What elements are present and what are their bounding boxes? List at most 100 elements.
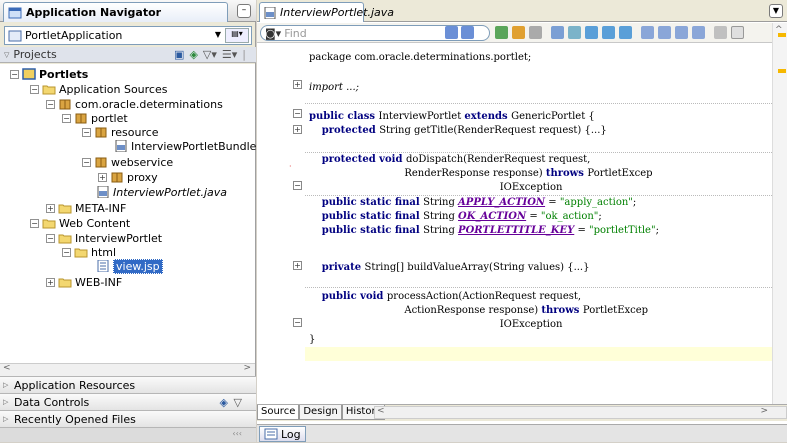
editor-vertical-scrollbar[interactable]: ^ — [772, 23, 787, 404]
editor-tab-interviewportlet[interactable]: InterviewPortlet.java — [259, 2, 394, 22]
tree-node-web-content[interactable]: − Web Content — [30, 215, 130, 231]
grip-icon[interactable]: ‹‹‹ — [232, 429, 242, 438]
tree-node-meta-inf[interactable]: + META-INF — [46, 200, 126, 216]
uncomment-icon[interactable] — [602, 26, 615, 39]
indent-icon[interactable] — [619, 26, 632, 39]
expand-icon[interactable]: + — [46, 203, 55, 213]
insert-code-icon[interactable] — [495, 26, 508, 39]
collapse-icon[interactable]: − — [82, 157, 91, 167]
tree-node-portlets[interactable]: − Portlets — [10, 66, 88, 82]
accordion-application-resources[interactable]: Application Resources — [0, 376, 256, 393]
collapse-icon[interactable]: − — [82, 127, 91, 137]
code-line[interactable]: IOException — [309, 181, 563, 194]
fold-expand-icon[interactable]: + — [293, 80, 302, 89]
accordion-data-controls[interactable]: Data Controls ◈ ▽ — [0, 393, 256, 410]
tab-design[interactable]: Design — [299, 405, 342, 420]
code-line[interactable]: public static final String PORTLETTITLE_… — [309, 224, 659, 237]
collapse-icon[interactable]: − — [62, 113, 71, 123]
overview-marker[interactable] — [778, 69, 786, 73]
refresh-icon[interactable]: ▣ — [174, 48, 184, 61]
scroll-left-icon[interactable]: < — [377, 406, 385, 416]
jsp-file-icon — [96, 259, 110, 273]
braces-icon[interactable] — [568, 26, 581, 39]
refresh-icon[interactable]: ◈ — [220, 396, 228, 409]
error-marker-icon: · — [289, 162, 292, 171]
collapse-icon[interactable]: − — [46, 233, 55, 243]
tree-node-webservice[interactable]: − webservice — [82, 154, 173, 170]
tree-horizontal-scrollbar[interactable]: < > — [0, 363, 255, 376]
log-tab[interactable]: Log — [259, 426, 306, 442]
maximize-icon[interactable] — [731, 26, 744, 39]
sort-icon[interactable]: ☰▾ — [222, 48, 237, 61]
projects-header[interactable]: ▽ Projects ▣ ◈ ▽▾ ☰▾ | — [0, 47, 256, 63]
tree-node-application-sources[interactable]: − Application Sources — [30, 81, 167, 97]
scroll-left-icon[interactable]: < — [3, 363, 11, 373]
tab-source[interactable]: Source — [257, 405, 300, 420]
brush-icon[interactable] — [529, 26, 542, 39]
package-icon — [94, 156, 108, 168]
minimize-button[interactable]: – — [237, 4, 251, 18]
clear-bookmarks-icon[interactable] — [692, 26, 705, 39]
code-line[interactable]: public class InterviewPortlet extends Ge… — [309, 110, 595, 123]
tree-node-view-jsp[interactable]: view.jsp — [96, 258, 163, 274]
filter-icon[interactable]: ▽ — [234, 396, 242, 409]
tab-list-dropdown-icon[interactable]: ▼ — [769, 4, 783, 18]
working-sets-icon[interactable]: ◈ — [189, 48, 197, 61]
code-line[interactable]: IOException — [309, 318, 563, 331]
application-select[interactable]: PortletApplication ▼ ▤▾ — [4, 26, 252, 45]
navigator-tab[interactable]: Application Navigator — [3, 2, 228, 22]
split-icon[interactable] — [714, 26, 727, 39]
code-token: = — [545, 197, 560, 208]
collapse-icon[interactable]: − — [30, 84, 39, 94]
code-line[interactable]: package com.oracle.determinations.portle… — [309, 51, 531, 64]
application-menu-icon[interactable]: ▤▾ — [225, 28, 249, 43]
code-token: protected void — [321, 154, 406, 165]
code-line[interactable]: RenderResponse response) throws PortletE… — [309, 167, 653, 180]
code-line[interactable]: protected String getTitle(RenderRequest … — [309, 124, 607, 137]
fold-collapse-icon[interactable]: − — [293, 318, 302, 327]
binoculars-icon[interactable]: ◙▾ — [265, 27, 281, 40]
code-line[interactable]: private String[] buildValueArray(String … — [309, 261, 590, 274]
edit-icon[interactable] — [512, 26, 525, 39]
accordion-recently-opened-files[interactable]: Recently Opened Files — [0, 410, 256, 427]
filter-icon[interactable]: ▽▾ — [203, 48, 217, 61]
code-token: PortletExcep — [587, 168, 653, 179]
code-line[interactable]: public static final String OK_ACTION = "… — [309, 210, 602, 223]
collapse-triangle-icon[interactable]: ▽ — [4, 51, 9, 59]
code-line[interactable]: } — [309, 333, 315, 346]
fold-expand-icon[interactable]: + — [293, 261, 302, 270]
java-file-icon — [114, 139, 128, 153]
expand-icon[interactable]: + — [98, 172, 107, 182]
next-bookmark-icon[interactable] — [658, 26, 671, 39]
previous-bookmark-icon[interactable] — [675, 26, 688, 39]
reformat-icon[interactable] — [551, 26, 564, 39]
scroll-right-icon[interactable]: > — [760, 406, 768, 416]
fold-collapse-icon[interactable]: − — [293, 181, 302, 190]
comment-icon[interactable] — [585, 26, 598, 39]
tree-node-web-inf[interactable]: + WEB-INF — [46, 274, 122, 290]
code-line[interactable]: ActionResponse response) throws PortletE… — [309, 304, 648, 317]
expand-icon[interactable]: + — [46, 277, 55, 287]
chevron-down-icon[interactable]: ▼ — [215, 30, 221, 39]
tree-node-interviewportlet-java[interactable]: InterviewPortlet.java — [96, 184, 227, 200]
editor-horizontal-scrollbar[interactable]: < > — [374, 406, 787, 419]
collapse-icon[interactable]: − — [62, 247, 71, 257]
code-line[interactable]: public static final String APPLY_ACTION … — [309, 196, 637, 209]
collapse-icon[interactable]: − — [30, 218, 39, 228]
collapse-icon[interactable]: − — [10, 69, 19, 79]
overview-marker[interactable] — [778, 33, 786, 37]
code-editor[interactable]: package com.oracle.determinations.portle… — [305, 44, 772, 404]
find-previous-icon[interactable] — [461, 26, 474, 39]
fold-collapse-icon[interactable]: − — [293, 109, 302, 118]
find-next-icon[interactable] — [445, 26, 458, 39]
bookmark-icon[interactable] — [641, 26, 654, 39]
tree-node-proxy[interactable]: + proxy — [98, 169, 158, 185]
scroll-right-icon[interactable]: > — [243, 363, 251, 373]
code-token: ; — [632, 197, 637, 208]
fold-expand-icon[interactable]: + — [293, 125, 302, 134]
code-line[interactable]: public void processAction(ActionRequest … — [309, 290, 581, 303]
code-line[interactable]: import ...; — [309, 81, 359, 94]
code-line[interactable]: protected void doDispatch(RenderRequest … — [309, 153, 591, 166]
collapse-icon[interactable]: − — [46, 99, 55, 109]
